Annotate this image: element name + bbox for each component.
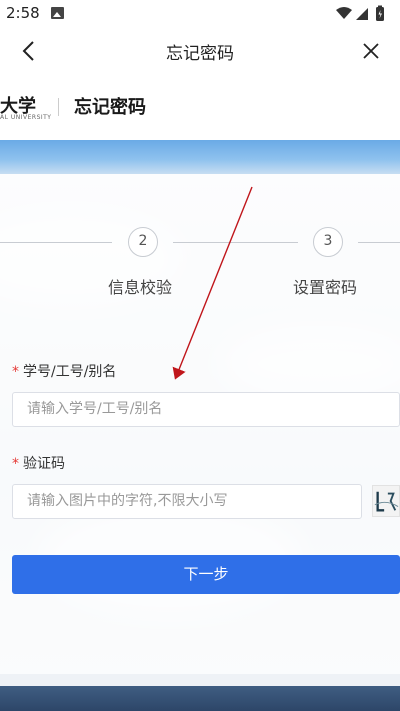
captcha-field-label: * 验证码: [12, 453, 65, 473]
step-connector-3: [358, 242, 400, 243]
close-icon[interactable]: [356, 36, 386, 66]
image-notification-icon: [51, 7, 64, 19]
step-2-label: 信息校验: [108, 278, 173, 297]
id-field-label: * 学号/工号/别名: [12, 361, 116, 381]
page-title: 忘记密码: [166, 44, 234, 64]
step-connector-2: [173, 242, 298, 243]
battery-icon: [376, 5, 384, 21]
wifi-icon: [336, 7, 352, 19]
app-header: 忘记密码: [0, 28, 400, 74]
signal-icon: [356, 8, 368, 20]
id-input[interactable]: 请输入学号/工号/别名: [12, 392, 400, 427]
captcha-input[interactable]: 请输入图片中的字符,不限大小写: [12, 484, 362, 519]
background-footer: [0, 686, 400, 711]
brand-page-title: 忘记密码: [74, 97, 146, 118]
brand-bar: 大学 AL UNIVERSITY 忘记密码: [0, 80, 400, 136]
university-logo-english: AL UNIVERSITY: [0, 114, 52, 121]
step-connector-1: [0, 242, 112, 243]
brand-divider: [58, 98, 59, 116]
captcha-image[interactable]: [372, 485, 400, 517]
captcha-field-label-text: 验证码: [23, 456, 65, 472]
required-mark: *: [12, 456, 19, 472]
required-mark: *: [12, 364, 19, 380]
step-3-number: 3: [313, 227, 343, 257]
status-time: 2:58: [6, 4, 40, 22]
next-button[interactable]: 下一步: [12, 555, 400, 594]
status-indicators: [336, 5, 384, 21]
step-3-label: 设置密码: [293, 278, 358, 297]
step-2-number: 2: [128, 227, 158, 257]
status-bar: 2:58: [0, 0, 400, 28]
id-field-label-text: 学号/工号/别名: [23, 364, 117, 380]
sky-banner: [0, 140, 400, 176]
